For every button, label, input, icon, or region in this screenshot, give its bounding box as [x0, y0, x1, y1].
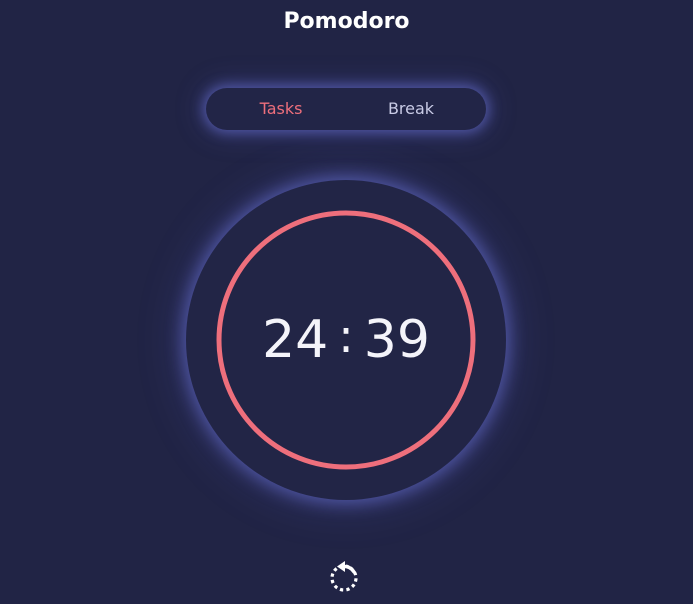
app-title: Pomodoro	[283, 9, 410, 34]
tab-break[interactable]: Break	[356, 88, 466, 130]
timer-minutes: 24	[262, 310, 329, 370]
tab-tasks[interactable]: Tasks	[226, 88, 336, 130]
timer-dial: 24 : 39	[186, 180, 506, 500]
restart-icon	[330, 561, 358, 592]
restart-button[interactable]	[326, 558, 362, 594]
mode-switch: Tasks Break	[206, 88, 486, 130]
timer-seconds: 39	[363, 310, 430, 370]
timer-separator: :	[338, 309, 354, 363]
timer-display: 24 : 39	[186, 180, 506, 500]
